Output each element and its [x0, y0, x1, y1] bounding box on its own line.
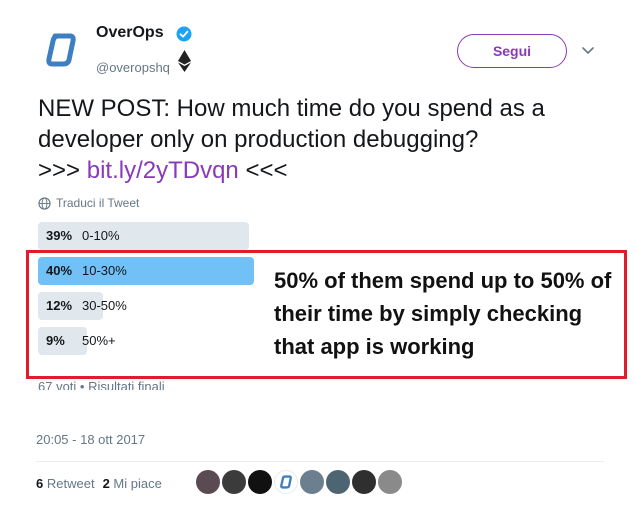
poll-label: 0-10%: [82, 228, 120, 243]
tweet-body: NEW POST: How much time do you spend as …: [38, 95, 545, 153]
poll-option: 39% 0-10%: [38, 222, 254, 250]
handle[interactable]: @overopshq: [96, 60, 170, 75]
liker-avatar[interactable]: [378, 470, 402, 494]
liker-avatar[interactable]: [326, 470, 350, 494]
display-name[interactable]: OverOps: [96, 24, 164, 42]
tweet-link[interactable]: bit.ly/2yTDvqn: [87, 157, 239, 184]
likes-count: 2: [102, 476, 110, 491]
liker-avatar[interactable]: [352, 470, 376, 494]
avatar[interactable]: [36, 25, 86, 75]
divider: [36, 461, 604, 462]
liker-avatar[interactable]: [196, 470, 220, 494]
globe-icon: [38, 196, 51, 210]
link-prefix: >>>: [38, 157, 81, 184]
retweets-label: Retweet: [46, 476, 95, 491]
chevron-down-icon[interactable]: [580, 42, 596, 58]
translate-tweet-link[interactable]: Traduci il Tweet: [38, 196, 139, 210]
link-suffix: <<<: [245, 157, 288, 184]
overops-logo-icon: [280, 475, 292, 489]
liker-avatar[interactable]: [300, 470, 324, 494]
liker-avatar[interactable]: [274, 470, 298, 494]
tweet-stats: 6 Retweet 2 Mi piace: [36, 476, 162, 491]
tweet-text: NEW POST: How much time do you spend as …: [38, 93, 618, 186]
poll-percent: 39%: [46, 228, 73, 243]
translate-label: Traduci il Tweet: [56, 196, 140, 210]
retweets-count: 6: [36, 476, 44, 491]
verified-badge-icon: [176, 26, 192, 42]
follow-button[interactable]: Segui: [457, 34, 567, 68]
liker-avatar[interactable]: [248, 470, 272, 494]
liker-avatar[interactable]: [222, 470, 246, 494]
overops-logo-icon: [46, 33, 76, 67]
tweet-timestamp[interactable]: 20:05 - 18 ott 2017: [36, 432, 145, 447]
annotation-text: 50% of them spend up to 50% of their tim…: [274, 268, 612, 359]
retweets-stat[interactable]: 6 Retweet: [36, 476, 95, 491]
likes-label: Mi piace: [113, 476, 162, 491]
liker-avatars: [196, 470, 402, 494]
likes-stat[interactable]: 2 Mi piace: [103, 476, 162, 491]
poll-meta: 67 voti • Risultati finali: [38, 380, 165, 390]
ethereum-icon: [178, 50, 191, 72]
